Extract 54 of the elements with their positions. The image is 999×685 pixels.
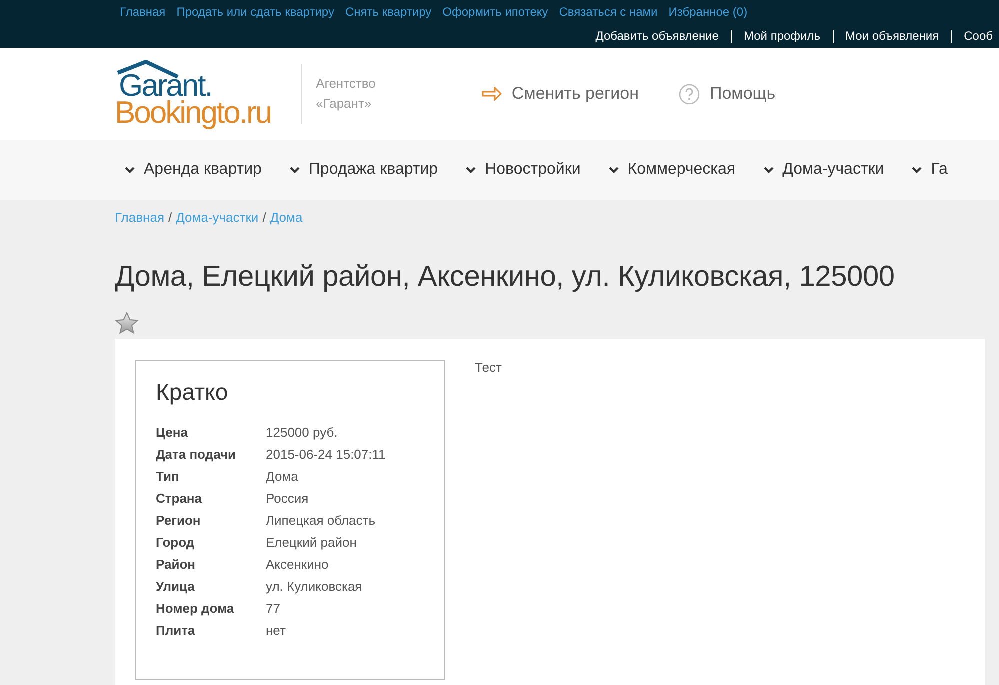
- field-value: Липецкая область: [266, 512, 376, 530]
- field-label: Плита: [156, 622, 196, 640]
- arrow-icon: [482, 87, 502, 101]
- menu-item[interactable]: Новостройки: [466, 161, 581, 179]
- field-value: Дома: [266, 468, 300, 486]
- chevron-down-icon: [608, 166, 619, 174]
- menu-item[interactable]: Аренда квартир: [125, 161, 262, 179]
- field-label: Улица: [156, 578, 196, 596]
- field-value: 77: [266, 600, 282, 618]
- field-label: Тип: [156, 468, 180, 486]
- field-value: ул. Куликовская: [266, 578, 364, 596]
- field-value: Россия: [266, 490, 310, 508]
- top-nav-link[interactable]: Оформить ипотеку: [442, 5, 548, 23]
- description-text: Тест: [475, 360, 502, 375]
- field-value: 2015-06-24 15:07:11: [266, 446, 387, 464]
- agency-name: «Гарант»: [316, 95, 373, 113]
- menu-item[interactable]: Га: [912, 161, 948, 179]
- field-value: 125000 руб.: [266, 424, 339, 442]
- field-label: Дата подачи: [156, 446, 238, 464]
- agency-name: Агентство: [316, 75, 376, 93]
- field-value: Елецкий район: [266, 534, 358, 552]
- user-menu-link[interactable]: Добавить объявление: [584, 30, 731, 43]
- change-region-link[interactable]: Сменить регион: [482, 84, 639, 104]
- field-label: Цена: [156, 424, 189, 442]
- top-nav-link[interactable]: Главная: [120, 5, 166, 23]
- field-label: Номер дома: [156, 600, 236, 618]
- page-title: Дома, Елецкий район, Аксенкино, ул. Куликовская, 125000: [115, 261, 896, 294]
- chevron-down-icon: [764, 166, 774, 174]
- menu-item[interactable]: Дома-участки: [764, 161, 884, 179]
- breadcrumb-separator: /: [262, 210, 268, 225]
- top-nav-link[interactable]: Избранное (0): [668, 5, 748, 23]
- top-nav-link[interactable]: Снять квартиру: [345, 5, 432, 23]
- favorite-star-icon[interactable]: [115, 312, 139, 335]
- user-menu-link[interactable]: Мои объявления: [832, 30, 952, 43]
- summary-heading: Кратко: [156, 379, 230, 406]
- menu-item[interactable]: Коммерческая: [608, 161, 736, 179]
- top-nav-link[interactable]: Связаться с нами: [559, 5, 658, 23]
- field-label: Город: [156, 534, 196, 552]
- field-label: Страна: [156, 490, 204, 508]
- field-label: Регион: [156, 512, 202, 530]
- help-icon: [678, 84, 700, 104]
- chevron-down-icon: [466, 166, 476, 174]
- menu-item[interactable]: Продажа квартир: [290, 161, 438, 179]
- top-nav-link[interactable]: Продать или сдать квартиру: [176, 5, 334, 23]
- chevron-down-icon: [290, 166, 300, 174]
- field-label: Район: [156, 556, 197, 574]
- chevron-down-icon: [125, 166, 135, 174]
- help-link[interactable]: Помощь: [678, 84, 776, 104]
- field-value: Аксенкино: [266, 556, 330, 574]
- field-value: нет: [266, 622, 287, 640]
- breadcrumb-separator: /: [167, 210, 174, 225]
- chevron-down-icon: [912, 166, 922, 174]
- user-menu-link[interactable]: Мой профиль: [730, 30, 833, 43]
- user-menu-link[interactable]: Сооб: [951, 30, 999, 43]
